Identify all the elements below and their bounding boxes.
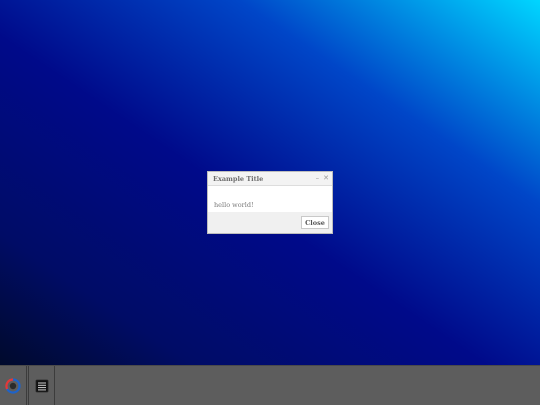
- taskbar-app-launcher[interactable]: [0, 366, 27, 405]
- app-launcher-icon: [5, 377, 21, 394]
- dialog-window: Example Title – ✕ hello world! Close: [207, 171, 333, 234]
- taskbar: [0, 365, 540, 405]
- terminal-icon: [35, 379, 48, 392]
- dialog-footer: Close: [208, 212, 332, 233]
- dialog-window-controls: – ✕: [316, 175, 329, 182]
- dialog-body: hello world!: [208, 186, 332, 213]
- minimize-icon[interactable]: –: [316, 175, 320, 182]
- dialog-message: hello world!: [214, 201, 254, 209]
- close-button[interactable]: Close: [301, 216, 329, 229]
- taskbar-terminal[interactable]: [28, 366, 55, 405]
- close-icon[interactable]: ✕: [323, 175, 329, 182]
- dialog-titlebar[interactable]: Example Title – ✕: [208, 172, 332, 186]
- dialog-title: Example Title: [213, 174, 264, 183]
